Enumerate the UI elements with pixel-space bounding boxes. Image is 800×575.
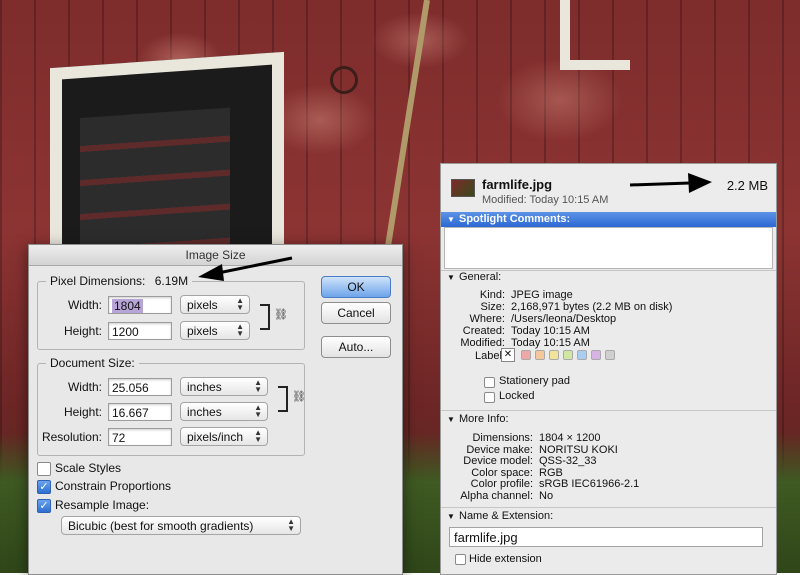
- stationery-pad-label: Stationery pad: [499, 375, 570, 387]
- pixel-width-input[interactable]: 1804: [108, 296, 172, 314]
- info-value: NORITSU KOKI: [539, 443, 618, 456]
- pixel-height-unit-select[interactable]: pixels ▲ ▼: [180, 321, 250, 340]
- disclosure-open-icon: ▼: [447, 512, 455, 521]
- stationery-pad-checkbox[interactable]: [484, 377, 495, 388]
- hide-extension-checkbox[interactable]: [455, 554, 466, 565]
- auto-button[interactable]: Auto...: [321, 336, 391, 358]
- resample-image-label: Resample Image:: [55, 498, 150, 512]
- pixel-link-bracket: [260, 304, 270, 330]
- info-value: QSS-32_33: [539, 455, 597, 467]
- dialog-title: Image Size: [29, 245, 402, 266]
- info-value: No: [539, 489, 554, 502]
- name-extension-header[interactable]: ▼ Name & Extension:: [441, 509, 776, 524]
- chain-link-icon: ⛓: [274, 309, 288, 321]
- info-key: Size:: [480, 301, 505, 313]
- label-color-swatch[interactable]: [535, 350, 545, 360]
- info-key: Device model:: [463, 455, 533, 467]
- info-key: Created:: [462, 325, 505, 337]
- file-name: farmlife.jpg: [482, 177, 553, 192]
- chain-link-icon: ⛓: [292, 391, 306, 403]
- info-key: Color space:: [471, 466, 533, 479]
- file-modified: Modified: Today 10:15 AM: [482, 194, 609, 206]
- info-value: /Users/leona/Desktop: [511, 313, 617, 325]
- pixel-dimensions-value: 6.19M: [154, 274, 189, 288]
- file-info-panel: farmlife.jpg Modified: Today 10:15 AM 2.…: [440, 163, 777, 575]
- image-size-dialog: Image Size Pixel Dimensions: 6.19M Width…: [28, 244, 403, 575]
- info-value: RGB: [539, 466, 563, 479]
- doc-width-unit-select[interactable]: inches ▲ ▼: [180, 377, 268, 396]
- constrain-proportions-checkbox[interactable]: ✓: [37, 480, 51, 494]
- locked-label: Locked: [499, 390, 535, 402]
- label-color-swatch[interactable]: [591, 350, 601, 360]
- resolution-input[interactable]: 72: [108, 428, 172, 446]
- info-value: 2,168,971 bytes (2.2 MB on disk): [511, 301, 673, 313]
- disclosure-open-icon: ▼: [447, 273, 455, 282]
- info-value: Today 10:15 AM: [511, 337, 590, 349]
- label-none-option[interactable]: ✕: [501, 348, 515, 362]
- document-size-group: Document Size: Width: 25.056 inches ▲ ▼ He…: [37, 356, 306, 456]
- doc-height-unit-select[interactable]: inches ▲ ▼: [180, 402, 268, 421]
- pixel-width-unit-select[interactable]: pixels ▲ ▼: [180, 295, 250, 314]
- general-header[interactable]: ▼ General:: [441, 270, 776, 285]
- constrain-proportions-label: Constrain Proportions: [55, 479, 172, 493]
- doc-link-bracket: [278, 386, 288, 412]
- file-thumbnail: [451, 179, 475, 197]
- info-header: farmlife.jpg Modified: Today 10:15 AM 2.…: [441, 164, 776, 210]
- info-key: Device make:: [466, 443, 533, 456]
- doc-width-label: Width:: [67, 380, 102, 394]
- label-color-swatch[interactable]: [549, 350, 559, 360]
- file-size: 2.2 MB: [726, 178, 768, 193]
- pixel-height-label: Height:: [63, 324, 102, 338]
- locked-checkbox[interactable]: [484, 392, 495, 403]
- label-color-swatch[interactable]: [563, 350, 573, 360]
- doc-width-input[interactable]: 25.056: [108, 378, 172, 396]
- label-color-swatch[interactable]: [577, 350, 587, 360]
- pixel-dimensions-group: Pixel Dimensions: 6.19M Width: 1804 pixe…: [37, 274, 305, 350]
- label-key: Label:: [475, 350, 505, 362]
- info-key: Color profile:: [470, 478, 533, 490]
- info-key: Dimensions:: [472, 432, 533, 444]
- disclosure-open-icon: ▼: [447, 415, 455, 424]
- label-color-swatch[interactable]: [605, 350, 615, 360]
- file-name-input[interactable]: farmlife.jpg: [449, 527, 763, 547]
- info-key: Where:: [469, 313, 505, 325]
- info-key: Modified:: [460, 337, 505, 349]
- doc-height-input[interactable]: 16.667: [108, 403, 172, 421]
- resample-method-select[interactable]: Bicubic (best for smooth gradients) ▲ ▼: [61, 516, 301, 535]
- scale-styles-label: Scale Styles: [55, 461, 122, 475]
- resolution-unit-select[interactable]: pixels/inch ▲ ▼: [180, 427, 268, 446]
- spotlight-comments-field[interactable]: [444, 227, 773, 269]
- cancel-button[interactable]: Cancel: [321, 302, 391, 324]
- info-key: Kind:: [479, 289, 505, 301]
- hide-extension-label: Hide extension: [469, 553, 542, 565]
- label-color-swatch[interactable]: [521, 350, 531, 360]
- pixel-dimensions-label: Pixel Dimensions: 6.19M: [46, 274, 193, 288]
- rake-handle: [380, 0, 430, 278]
- info-value: 1804 × 1200: [539, 432, 601, 444]
- resample-image-checkbox[interactable]: ✓: [37, 499, 51, 513]
- scale-styles-checkbox[interactable]: [37, 462, 51, 476]
- spotlight-comments-header[interactable]: ▼ Spotlight Comments:: [441, 212, 776, 227]
- info-value: Today 10:15 AM: [511, 325, 590, 337]
- info-key: Alpha channel:: [460, 489, 533, 502]
- wall-hook: [330, 66, 358, 94]
- ok-button[interactable]: OK: [321, 276, 391, 298]
- info-value: JPEG image: [511, 289, 573, 301]
- pixel-height-input[interactable]: 1200: [108, 322, 172, 340]
- pixel-width-label: Width:: [67, 298, 102, 312]
- doc-height-label: Height:: [63, 405, 102, 419]
- more-info-header[interactable]: ▼ More Info:: [441, 412, 776, 427]
- barn-door-frame: [560, 0, 630, 70]
- info-value: sRGB IEC61966-2.1: [539, 478, 640, 490]
- disclosure-open-icon: ▼: [447, 215, 455, 224]
- resolution-label: Resolution:: [41, 430, 102, 444]
- document-size-label: Document Size:: [46, 356, 139, 370]
